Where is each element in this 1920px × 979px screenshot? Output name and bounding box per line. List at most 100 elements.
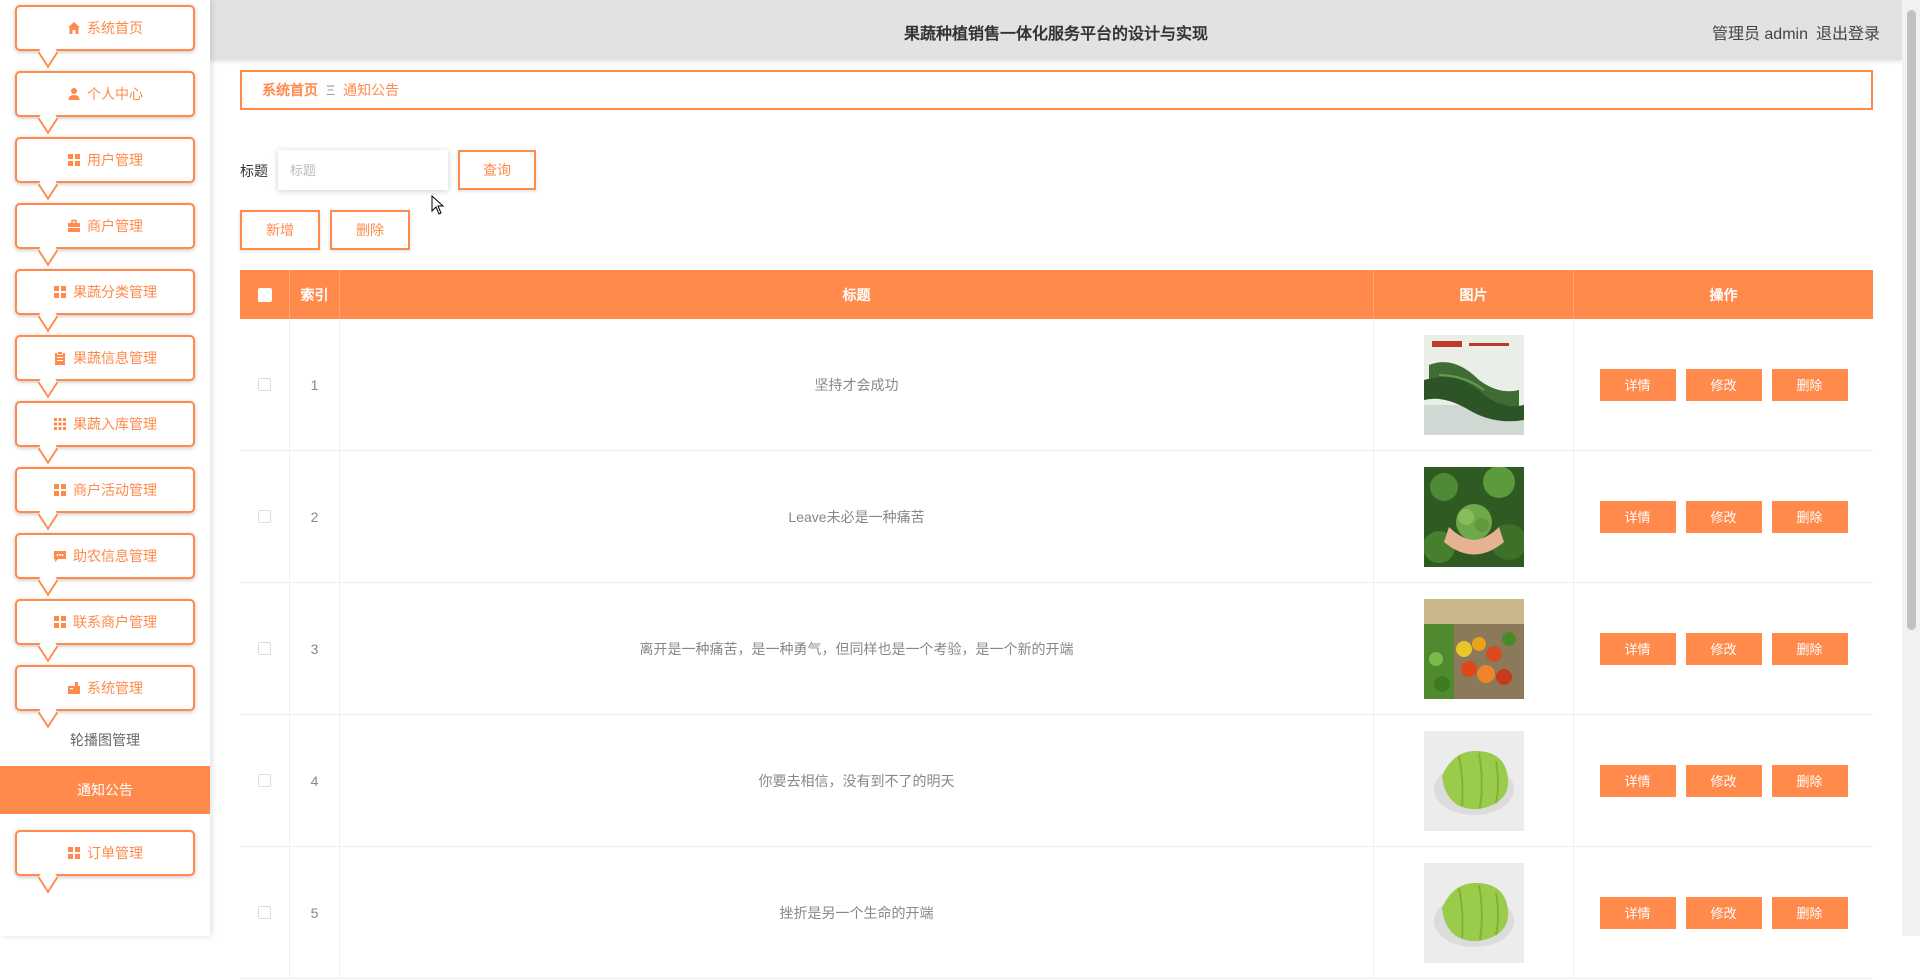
mouse-cursor-icon: [431, 195, 445, 215]
title-search-input[interactable]: [278, 150, 448, 190]
select-all-cell: [240, 270, 290, 319]
sidebar-item-merchants[interactable]: 商户管理: [15, 203, 195, 249]
sidebar-item-contact-merchants[interactable]: 联系商户管理: [15, 599, 195, 645]
sidebar-subitem-notices[interactable]: 通知公告: [0, 766, 210, 814]
grid-icon: [67, 153, 81, 167]
sidebar-item-label: 系统首页: [87, 20, 143, 36]
sidebar-item-home[interactable]: 系统首页: [15, 5, 195, 51]
row-image-cell: [1374, 583, 1574, 714]
row-image-cell: [1374, 319, 1574, 450]
row-image-cell: [1374, 451, 1574, 582]
message-icon: [53, 549, 67, 563]
delete-button[interactable]: 删除: [1771, 764, 1848, 797]
sidebar-item-orders[interactable]: 订单管理: [15, 830, 195, 876]
header-ops: 操作: [1709, 286, 1738, 303]
query-button[interactable]: 查询: [458, 150, 536, 190]
row-image-cell: [1374, 847, 1574, 978]
header-title: 标题: [340, 270, 1374, 319]
sidebar-item-label: 联系商户管理: [73, 614, 157, 630]
edit-button[interactable]: 修改: [1685, 500, 1762, 533]
user-icon: [67, 87, 81, 101]
delete-button[interactable]: 删除: [1771, 632, 1848, 665]
sidebar-item-stock-in[interactable]: 果蔬入库管理: [15, 401, 195, 447]
sidebar-item-produce-info[interactable]: 果蔬信息管理: [15, 335, 195, 381]
sidebar-subitem-label: 通知公告: [77, 782, 133, 798]
detail-button[interactable]: 详情: [1599, 368, 1676, 401]
breadcrumb-home[interactable]: 系统首页: [262, 80, 318, 100]
grid-icon: [53, 285, 67, 299]
sidebar-item-farm-aid[interactable]: 助农信息管理: [15, 533, 195, 579]
sidebar-item-label: 助农信息管理: [73, 548, 157, 564]
chayote-image: [1423, 730, 1524, 831]
sidebar-item-activities[interactable]: 商户活动管理: [15, 467, 195, 513]
batch-delete-button[interactable]: 删除: [330, 210, 410, 250]
detail-button[interactable]: 详情: [1599, 764, 1676, 797]
row-title: 挫折是另一个生命的开端: [340, 847, 1374, 978]
row-check-cell: [240, 847, 290, 978]
grid-icon: [53, 615, 67, 629]
app-title: 果蔬种植销售一体化服务平台的设计与实现: [903, 26, 1208, 43]
sidebar-item-label: 商户管理: [87, 218, 143, 234]
breadcrumb-current: 通知公告: [343, 82, 400, 98]
add-button[interactable]: 新增: [240, 210, 320, 250]
row-index: 3: [290, 583, 340, 714]
sidebar-subitem-carousel[interactable]: 轮播图管理: [0, 716, 210, 764]
row-title: Leave未必是一种痛苦: [340, 451, 1374, 582]
top-header: 果蔬种植销售一体化服务平台的设计与实现 管理员 admin 退出登录: [210, 0, 1902, 60]
delete-button[interactable]: 删除: [1771, 896, 1848, 929]
briefcase-icon: [67, 219, 81, 233]
page-scrollbar[interactable]: [1902, 0, 1920, 936]
edit-button[interactable]: 修改: [1685, 764, 1762, 797]
hands-holding-greens-image: [1423, 466, 1524, 567]
detail-button[interactable]: 详情: [1599, 500, 1676, 533]
row-check-cell: [240, 583, 290, 714]
table-header: 索引 标题 图片 操作: [240, 270, 1873, 319]
scrollbar-thumb[interactable]: [1907, 10, 1916, 630]
sidebar-item-label: 果蔬信息管理: [73, 350, 157, 366]
row-checkbox[interactable]: [258, 378, 271, 391]
sidebar-item-label: 果蔬分类管理: [73, 284, 157, 300]
row-checkbox[interactable]: [258, 510, 271, 523]
row-ops: 详情 修改 删除: [1574, 847, 1873, 978]
row-ops: 详情 修改 删除: [1574, 451, 1873, 582]
row-ops: 详情 修改 删除: [1574, 715, 1873, 846]
edit-button[interactable]: 修改: [1685, 632, 1762, 665]
search-label: 标题: [240, 163, 268, 179]
apps-icon: [53, 417, 67, 431]
chayote-image: [1423, 862, 1524, 963]
row-title: 坚持才会成功: [340, 319, 1374, 450]
sidebar-item-label: 用户管理: [87, 152, 143, 168]
settings-icon: [67, 681, 81, 695]
detail-button[interactable]: 详情: [1599, 896, 1676, 929]
breadcrumb: 系统首页 Ξ 通知公告: [240, 70, 1873, 110]
select-all-checkbox[interactable]: [257, 287, 272, 302]
row-ops: 详情 修改 删除: [1574, 319, 1873, 450]
clipboard-icon: [53, 351, 67, 365]
row-checkbox[interactable]: [258, 906, 271, 919]
sidebar-item-profile[interactable]: 个人中心: [15, 71, 195, 117]
green-vegetables-image: [1423, 334, 1524, 435]
sidebar-item-category[interactable]: 果蔬分类管理: [15, 269, 195, 315]
delete-button[interactable]: 删除: [1771, 500, 1848, 533]
produce-market-image: [1423, 598, 1524, 699]
breadcrumb-separator-icon: Ξ: [326, 82, 336, 98]
sidebar-item-label: 果蔬入库管理: [73, 416, 157, 432]
edit-button[interactable]: 修改: [1685, 896, 1762, 929]
row-title: 你要去相信，没有到不了的明天: [340, 715, 1374, 846]
row-check-cell: [240, 715, 290, 846]
table-row: 5 挫折是另一个生命的开端 详情 修改 删除: [240, 847, 1873, 979]
sidebar-item-users[interactable]: 用户管理: [15, 137, 195, 183]
delete-button[interactable]: 删除: [1771, 368, 1848, 401]
table-row: 4 你要去相信，没有到不了的明天 详情 修改 删除: [240, 715, 1873, 847]
logout-link[interactable]: 退出登录: [1816, 26, 1880, 43]
header-index: 索引: [290, 270, 340, 319]
row-checkbox[interactable]: [258, 642, 271, 655]
detail-button[interactable]: 详情: [1599, 632, 1676, 665]
row-checkbox[interactable]: [258, 774, 271, 787]
row-index: 4: [290, 715, 340, 846]
row-ops: 详情 修改 删除: [1574, 583, 1873, 714]
table-row: 3 离开是一种痛苦，是一种勇气，但同样也是一个考验，是一个新的开端 详情 修改 …: [240, 583, 1873, 715]
sidebar-item-system[interactable]: 系统管理: [15, 665, 195, 711]
edit-button[interactable]: 修改: [1685, 368, 1762, 401]
row-check-cell: [240, 319, 290, 450]
